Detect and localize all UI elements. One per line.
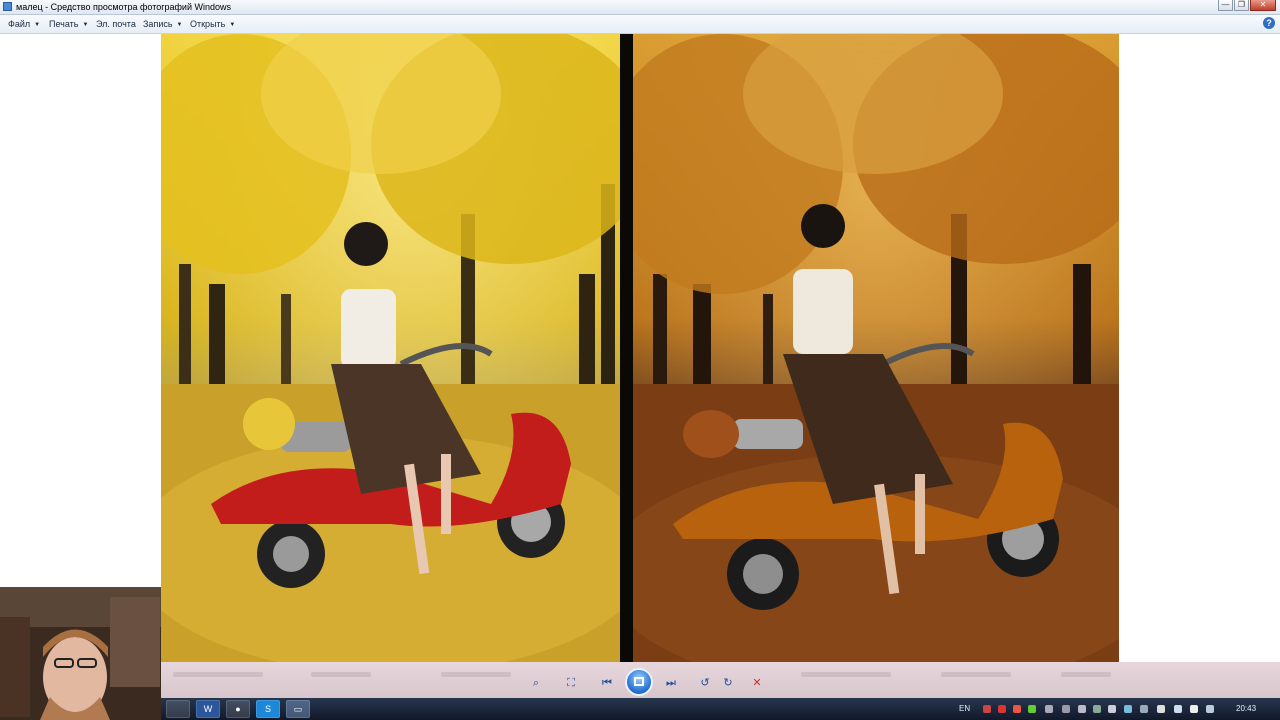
slideshow-icon: [634, 677, 644, 686]
tray-icon[interactable]: [1045, 705, 1053, 713]
tray-icon[interactable]: [1124, 705, 1132, 713]
tray-icon[interactable]: [1093, 705, 1101, 713]
network-icon[interactable]: [1174, 705, 1182, 713]
menu-open[interactable]: Открыть ▼: [190, 18, 235, 31]
menu-burn-label: Запись: [143, 19, 173, 29]
menu-email-label: Эл. почта: [96, 19, 136, 29]
faded-info-text: [1061, 672, 1111, 677]
photo-after-image: [633, 34, 1119, 662]
tray-icon[interactable]: [1028, 705, 1036, 713]
fit-window-icon[interactable]: ⛶: [562, 675, 580, 691]
volume-icon[interactable]: [1190, 705, 1198, 713]
faded-info-text: [173, 672, 263, 677]
photo-viewer-app-icon: [3, 2, 12, 11]
slideshow-button[interactable]: [625, 668, 653, 696]
tray-icon[interactable]: [1078, 705, 1086, 713]
menu-email[interactable]: Эл. почта: [96, 18, 136, 30]
window-title: малец - Средство просмотра фотографий Wi…: [16, 2, 231, 12]
previous-icon[interactable]: ⏮: [598, 675, 616, 691]
faded-info-text: [801, 672, 891, 677]
taskbar-app-word[interactable]: W: [196, 700, 220, 718]
photo-after: [633, 34, 1119, 662]
taskbar: W ● S ▭ EN 20:43: [0, 698, 1280, 720]
chevron-down-icon: ▼: [34, 21, 41, 28]
help-icon[interactable]: ?: [1263, 17, 1275, 29]
window-controls: — ❐ ✕: [1218, 0, 1276, 12]
clock[interactable]: 20:43: [1236, 704, 1256, 713]
menu-burn[interactable]: Запись ▼: [143, 18, 182, 31]
maximize-button[interactable]: ❐: [1234, 0, 1249, 11]
delete-icon[interactable]: ✕: [748, 675, 766, 691]
taskbar-app-chrome[interactable]: [166, 700, 190, 718]
title-bar: малец - Средство просмотра фотографий Wi…: [0, 0, 1280, 15]
close-button[interactable]: ✕: [1250, 0, 1276, 11]
photo-before-image: [161, 34, 620, 662]
tray-icon[interactable]: [1108, 705, 1116, 713]
chevron-down-icon: ▼: [229, 21, 236, 28]
chevron-down-icon: ▼: [82, 21, 89, 28]
tray-icon[interactable]: [983, 705, 991, 713]
faded-info-text: [941, 672, 1011, 677]
faded-info-text: [441, 672, 511, 677]
taskbar-app-photo-viewer[interactable]: ▭: [286, 700, 310, 718]
language-indicator[interactable]: EN: [959, 704, 970, 713]
tray-icon[interactable]: [1013, 705, 1021, 713]
taskbar-app-obs[interactable]: ●: [226, 700, 250, 718]
tray-icon[interactable]: [1157, 705, 1165, 713]
menu-bar: Файл ▼ Печать ▼ Эл. почта Запись ▼ Открыть ▼…: [0, 15, 1280, 34]
zoom-icon[interactable]: ⌕: [527, 675, 545, 691]
minimize-button[interactable]: —: [1218, 0, 1233, 11]
faded-info-text: [311, 672, 371, 677]
photo-divider: [620, 34, 633, 662]
next-icon[interactable]: ⏭: [662, 675, 680, 691]
tray-icon[interactable]: [998, 705, 1006, 713]
tray-icon[interactable]: [1140, 705, 1148, 713]
menu-open-label: Открыть: [190, 19, 226, 29]
menu-file-label: Файл: [8, 19, 31, 29]
menu-file[interactable]: Файл ▼: [8, 18, 40, 31]
tray-icon[interactable]: [1062, 705, 1070, 713]
photo-before: [161, 34, 620, 662]
webcam-image: [0, 587, 161, 720]
rotate-cw-icon[interactable]: ↻: [719, 675, 737, 691]
menu-print[interactable]: Печать ▼: [49, 18, 88, 31]
viewer-control-bar: ⌕ ⛶ ⏮ ⏭ ↺ ↻ ✕: [161, 662, 1280, 698]
webcam-overlay: [0, 587, 161, 720]
chevron-down-icon: ▼: [176, 21, 183, 28]
tray-icon[interactable]: [1206, 705, 1214, 713]
rotate-ccw-icon[interactable]: ↺: [696, 675, 714, 691]
menu-print-label: Печать: [49, 19, 79, 29]
taskbar-app-skype[interactable]: S: [256, 700, 280, 718]
photo-view-area: [0, 34, 1280, 662]
